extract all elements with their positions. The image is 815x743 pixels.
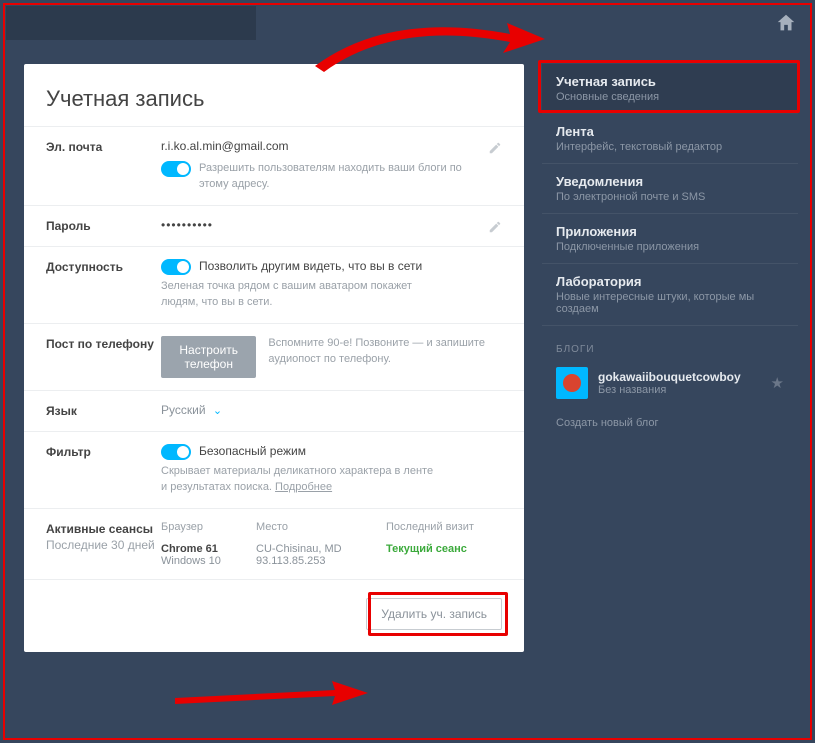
- pencil-icon[interactable]: [488, 220, 502, 234]
- blog-avatar: [556, 367, 588, 399]
- phone-label: Пост по телефону: [46, 336, 161, 378]
- sidebar: Учетная запись Основные сведения Лента И…: [542, 64, 798, 652]
- email-discovery-toggle[interactable]: [161, 161, 191, 177]
- row-availability: Доступность Позволить другим видеть, что…: [24, 246, 524, 323]
- email-label: Эл. почта: [46, 139, 161, 193]
- session-place: CU-Chisinau, MD: [256, 543, 342, 555]
- language-label: Язык: [46, 403, 161, 419]
- topbar: [0, 0, 815, 40]
- language-value: Русский: [161, 403, 206, 417]
- nav-apps[interactable]: Приложения Подключенные приложения: [542, 214, 798, 264]
- language-select[interactable]: Русский ⌄: [161, 403, 222, 417]
- nav-sub: По электронной почте и SMS: [556, 191, 784, 203]
- nav-title: Уведомления: [556, 174, 784, 189]
- nav-sub: Интерфейс, текстовый редактор: [556, 141, 784, 153]
- session-browser: Chrome 61: [161, 543, 218, 555]
- chevron-down-icon: ⌄: [213, 405, 222, 417]
- settings-card: Учетная запись Эл. почта r.i.ko.al.min@g…: [24, 64, 524, 652]
- annotation-arrow: [170, 678, 370, 708]
- availability-helper: Зеленая точка рядом с вашим аватаром пок…: [161, 279, 441, 311]
- nav-title: Учетная запись: [556, 74, 784, 89]
- session-row: Chrome 61 Windows 10 CU-Chisinau, MD 93.…: [161, 543, 502, 567]
- row-language: Язык Русский ⌄: [24, 390, 524, 431]
- new-blog-link[interactable]: Создать новый блог: [542, 405, 798, 441]
- blog-sub: Без названия: [598, 384, 741, 396]
- availability-toggle-text: Позволить другим видеть, что вы в сети: [199, 259, 422, 273]
- password-value: ••••••••••: [161, 218, 502, 232]
- delete-account-button[interactable]: Удалить уч. запись: [366, 598, 502, 630]
- filter-toggle-text: Безопасный режим: [199, 444, 306, 458]
- home-icon[interactable]: [775, 12, 797, 34]
- nav-sub: Новые интересные штуки, которые мы созда…: [556, 291, 784, 315]
- nav-title: Лента: [556, 124, 784, 139]
- session-os: Windows 10: [161, 555, 221, 567]
- availability-label: Доступность: [46, 259, 161, 311]
- nav-account[interactable]: Учетная запись Основные сведения: [542, 64, 798, 114]
- blog-item[interactable]: gokawaiibouquetcowboy Без названия ★: [542, 361, 798, 405]
- phone-helper: Вспомните 90-е! Позвоните — и запишите а…: [268, 336, 502, 368]
- email-value: r.i.ko.al.min@gmail.com: [161, 139, 502, 153]
- nav-title: Лаборатория: [556, 274, 784, 289]
- row-phone-post: Пост по телефону Настроить телефон Вспом…: [24, 323, 524, 390]
- session-ip: 93.113.85.253: [256, 555, 326, 567]
- row-password: Пароль ••••••••••: [24, 205, 524, 246]
- sessions-header: Браузер Место Последний визит: [161, 521, 502, 533]
- row-email: Эл. почта r.i.ko.al.min@gmail.com Разреш…: [24, 126, 524, 205]
- star-icon[interactable]: ★: [771, 374, 784, 392]
- filter-more-link[interactable]: Подробнее: [275, 481, 332, 493]
- filter-helper: Скрывает материалы деликатного характера…: [161, 464, 441, 496]
- nav-feed[interactable]: Лента Интерфейс, текстовый редактор: [542, 114, 798, 164]
- blogs-section-label: БЛОГИ: [542, 326, 798, 361]
- safe-mode-toggle[interactable]: [161, 444, 191, 460]
- row-sessions: Активные сеансы Последние 30 дней Браузе…: [24, 508, 524, 579]
- email-toggle-text: Разрешить пользователям находить ваши бл…: [199, 161, 479, 193]
- row-filter: Фильтр Безопасный режим Скрывает материа…: [24, 431, 524, 508]
- configure-phone-button[interactable]: Настроить телефон: [161, 336, 256, 378]
- nav-sub: Подключенные приложения: [556, 241, 784, 253]
- blog-name: gokawaiibouquetcowboy: [598, 370, 741, 384]
- sessions-label: Активные сеансы Последние 30 дней: [46, 521, 161, 567]
- topbar-logo-area: [6, 6, 256, 40]
- availability-toggle[interactable]: [161, 259, 191, 275]
- nav-title: Приложения: [556, 224, 784, 239]
- session-last: Текущий сеанс: [386, 543, 502, 567]
- filter-label: Фильтр: [46, 444, 161, 496]
- nav-sub: Основные сведения: [556, 91, 784, 103]
- page-title: Учетная запись: [24, 86, 524, 126]
- password-label: Пароль: [46, 218, 161, 234]
- nav-notifications[interactable]: Уведомления По электронной почте и SMS: [542, 164, 798, 214]
- nav-labs[interactable]: Лаборатория Новые интересные штуки, кото…: [542, 264, 798, 326]
- pencil-icon[interactable]: [488, 141, 502, 155]
